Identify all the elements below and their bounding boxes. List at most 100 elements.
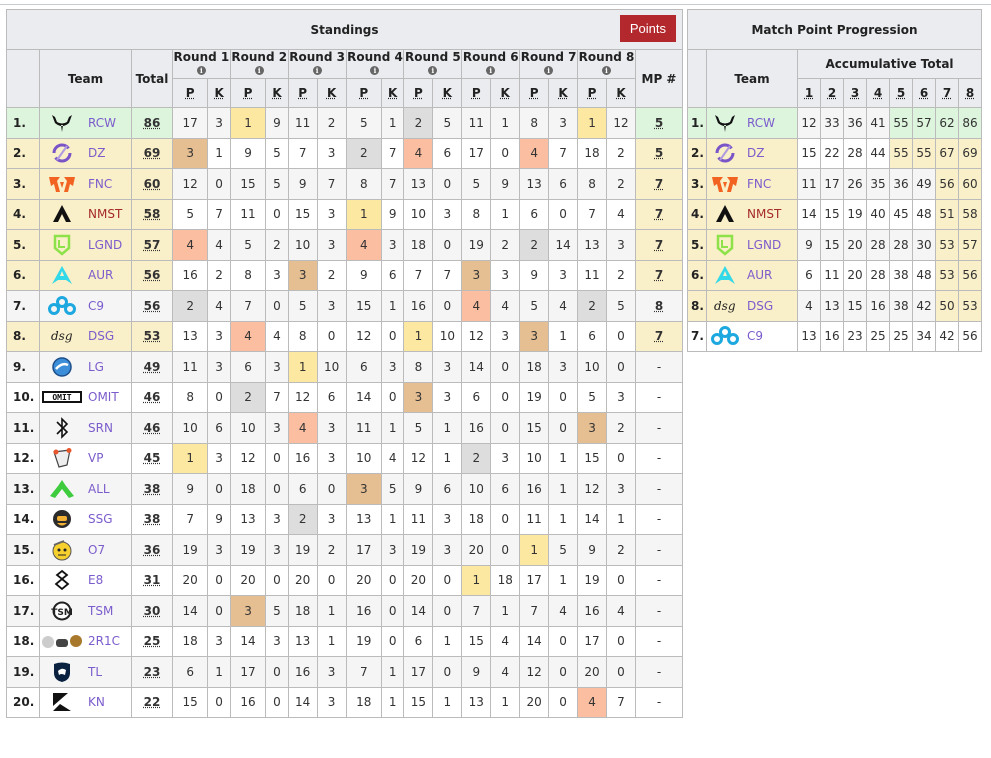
placement-cell: 7 — [461, 595, 492, 627]
placement-cell: 12 — [287, 381, 318, 413]
kills-cell: 0 — [432, 564, 463, 596]
team-link[interactable]: LG — [84, 351, 132, 383]
placement-cell: 16 — [287, 442, 318, 474]
kills-cell: 4 — [380, 442, 405, 474]
kills-cell: 2 — [605, 259, 637, 291]
placement-cell: 17 — [229, 656, 267, 688]
placement-cell: 18 — [461, 503, 492, 535]
standings-row: 18. 2R1C 25 18 3 14 3 13 1 19 0 6 1 15 4 14 0 17 0- — [6, 625, 683, 657]
placement-abbr: P — [529, 86, 539, 100]
round-number: 6 — [919, 86, 929, 100]
team-link[interactable]: SRN — [84, 412, 132, 444]
info-icon[interactable]: i — [254, 65, 264, 75]
kills-cell: 2 — [316, 259, 347, 291]
team-link[interactable]: ALL — [84, 473, 132, 505]
kills-cell: 1 — [548, 320, 579, 352]
omit-logo-icon: OMIT — [39, 381, 84, 413]
kills-abbr: K — [558, 86, 568, 100]
round-number: 3 — [850, 86, 860, 100]
standings-row: 15. O7 36 19 3 19 3 19 2 17 3 19 3 20 0 1 5 9 2- — [6, 534, 683, 566]
rank-cell: 12. — [6, 442, 40, 474]
placement-cell: 4 — [461, 290, 492, 322]
ssg-logo-icon — [39, 503, 84, 535]
placement-cell: 8 — [403, 351, 434, 383]
kills-cell: 1 — [380, 686, 405, 718]
placement-cell: 16 — [171, 259, 209, 291]
team-link[interactable]: E8 — [84, 564, 132, 596]
info-icon[interactable]: i — [428, 65, 438, 75]
team-link[interactable]: FNC — [743, 168, 798, 200]
team-link[interactable]: SSG — [84, 503, 132, 535]
placement-cell: 11 — [519, 503, 550, 535]
team-link[interactable]: NMST — [743, 198, 798, 230]
accumulative-total-cell: 60 — [958, 168, 982, 200]
team-link[interactable]: DZ — [84, 137, 132, 169]
team-link[interactable]: NMST — [84, 198, 132, 230]
team-link[interactable]: KN — [84, 686, 132, 718]
placement-cell: 20 — [345, 564, 382, 596]
tl-logo-icon — [39, 656, 84, 688]
kills-cell: 0 — [490, 503, 521, 535]
team-link[interactable]: AUR — [84, 259, 132, 291]
kills-cell: 1 — [548, 442, 579, 474]
team-link[interactable]: RCW — [84, 107, 132, 139]
match-point-round: 7 — [635, 320, 683, 352]
info-icon[interactable]: i — [486, 65, 496, 75]
total-points: 46 — [130, 381, 173, 413]
team-link[interactable]: O7 — [84, 534, 132, 566]
kills-cell: 0 — [490, 351, 521, 383]
team-link[interactable]: DZ — [743, 137, 798, 169]
placement-header: P — [287, 78, 318, 108]
team-link[interactable]: LGND — [743, 229, 798, 261]
team-link[interactable]: C9 — [84, 290, 132, 322]
progression-round-header: 6 — [912, 78, 936, 108]
info-icon[interactable]: i — [196, 65, 206, 75]
info-icon[interactable]: i — [312, 65, 322, 75]
team-link[interactable]: TL — [84, 656, 132, 688]
standings-title: Standings — [310, 22, 379, 37]
kills-abbr: K — [272, 86, 282, 100]
kills-cell: 7 — [207, 198, 231, 230]
kills-cell: 3 — [548, 351, 579, 383]
kills-cell: 3 — [265, 351, 289, 383]
rank-cell: 11. — [6, 412, 40, 444]
match-point-round: 7 — [635, 168, 683, 200]
kills-cell: 1 — [548, 564, 579, 596]
accumulative-total-cell: 58 — [958, 198, 982, 230]
kills-cell: 3 — [432, 198, 463, 230]
team-link[interactable]: FNC — [84, 168, 132, 200]
kills-cell: 5 — [265, 137, 289, 169]
info-icon[interactable]: i — [602, 65, 612, 75]
standings-row: 3. FNC 60 12 0 15 5 9 7 8 7 13 0 5 9 13 6 8 2 7 — [6, 168, 683, 200]
accumulative-total-cell: 38 — [889, 290, 913, 322]
srn-logo-icon — [39, 412, 84, 444]
team-link[interactable]: C9 — [743, 320, 798, 352]
info-icon[interactable]: i — [544, 65, 554, 75]
points-toggle-button[interactable]: Points — [619, 15, 676, 42]
match-point-progression-table: Match Point Progression Team Accumulativ… — [687, 9, 982, 352]
round-header-2: Round 2i — [229, 49, 289, 79]
kills-cell: 1 — [316, 595, 347, 627]
team-link[interactable]: TSM — [84, 595, 132, 627]
all-logo-icon — [39, 473, 84, 505]
kills-cell: 10 — [316, 351, 347, 383]
kills-cell: 0 — [548, 625, 579, 657]
team-link[interactable]: VP — [84, 442, 132, 474]
team-link[interactable]: AUR — [743, 259, 798, 291]
progression-title: Match Point Progression — [687, 9, 982, 50]
kills-cell: 3 — [380, 229, 405, 261]
placement-cell: 19 — [577, 564, 607, 596]
team-link[interactable]: 2R1C — [84, 625, 132, 657]
round-header-5: Round 5i — [403, 49, 463, 79]
placement-cell: 12 — [171, 168, 209, 200]
accumulative-total-cell: 49 — [912, 168, 936, 200]
team-link[interactable]: DSG — [84, 320, 132, 352]
team-link[interactable]: OMIT — [84, 381, 132, 413]
team-link[interactable]: RCW — [743, 107, 798, 139]
placement-cell: 8 — [519, 107, 550, 139]
team-link[interactable]: LGND — [84, 229, 132, 261]
kills-cell: 4 — [207, 229, 231, 261]
team-link[interactable]: DSG — [743, 290, 798, 322]
info-icon[interactable]: i — [370, 65, 380, 75]
kills-cell: 2 — [605, 168, 637, 200]
